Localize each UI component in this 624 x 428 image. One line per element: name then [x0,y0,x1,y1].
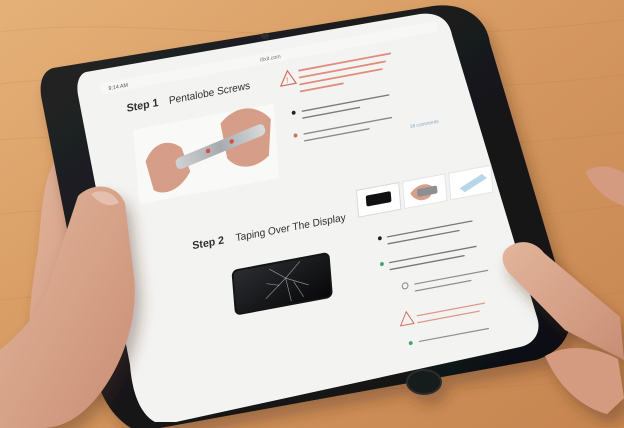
photo-scene: 9:14 AM ifixit.com Step 1 Pentalobe Scre… [0,0,624,428]
front-camera [261,33,269,39]
tablet-photo-svg: 9:14 AM ifixit.com Step 1 Pentalobe Scre… [0,0,624,428]
home-button [406,369,442,395]
